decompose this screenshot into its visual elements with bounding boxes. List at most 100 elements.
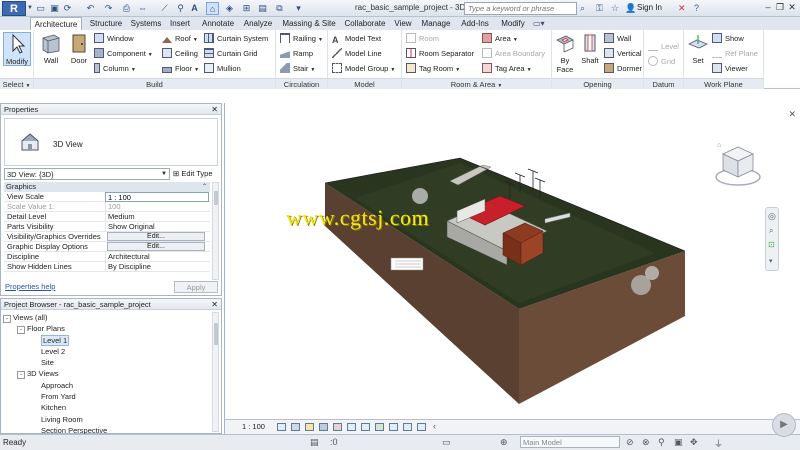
switch-windows-icon[interactable]: ⧉: [273, 2, 286, 15]
tree-item[interactable]: Level 1: [3, 334, 211, 346]
tab-massing-site[interactable]: Massing & Site: [278, 17, 340, 30]
discipline-value[interactable]: Architectural: [105, 252, 209, 262]
ceiling-button[interactable]: Ceiling: [162, 47, 198, 60]
section-graphics[interactable]: Graphics ⌃: [4, 182, 210, 192]
floor-button[interactable]: Floor ▼: [162, 62, 199, 75]
railing-button[interactable]: Railing ▼: [280, 32, 323, 45]
tag-icon[interactable]: ⚲: [174, 2, 187, 15]
tab-view[interactable]: View: [391, 17, 415, 30]
parts-visibility-value[interactable]: Show Original: [105, 222, 209, 232]
roof-button[interactable]: Roof ▼: [162, 32, 198, 45]
minimize-ribbon-icon[interactable]: ▭▾: [533, 19, 545, 28]
zoom-region-icon[interactable]: ⊡: [768, 240, 775, 249]
select-underlay-icon[interactable]: ⊗: [642, 437, 650, 448]
browser-scrollbar[interactable]: [212, 312, 219, 432]
design-options-icon[interactable]: ▭: [442, 437, 451, 448]
select-pinned-icon[interactable]: ⚲: [658, 437, 665, 448]
select-links-icon[interactable]: ⊘: [626, 437, 634, 448]
user-icon[interactable]: 👤: [625, 3, 636, 14]
show-crop-region-icon[interactable]: [361, 423, 370, 431]
close-icon[interactable]: ✕: [211, 299, 218, 310]
vertical-opening-button[interactable]: Vertical: [604, 47, 642, 60]
column-button[interactable]: Column ▼: [94, 62, 136, 75]
collapse-toggle-icon[interactable]: -: [17, 326, 25, 335]
modify-button[interactable]: Modify: [3, 32, 31, 66]
detail-level-icon[interactable]: [277, 423, 286, 431]
collapse-toggle-icon[interactable]: -: [17, 371, 25, 380]
level-button[interactable]: Level: [648, 40, 679, 53]
mullion-button[interactable]: Mullion: [204, 62, 241, 75]
tree-item[interactable]: Level 2: [3, 346, 211, 357]
active-workset-dropdown[interactable]: Main Model: [520, 436, 620, 448]
tree-item[interactable]: Approach: [3, 380, 211, 391]
viewer-button[interactable]: Viewer: [712, 62, 748, 75]
zoom-icon[interactable]: ⌕: [769, 226, 773, 236]
filter-icon[interactable]: ⏚: [714, 437, 723, 450]
curtain-grid-button[interactable]: Curtain Grid: [204, 47, 257, 60]
viewcube-home-icon[interactable]: ⌂: [717, 142, 721, 149]
apply-button[interactable]: Apply: [174, 281, 218, 293]
group-label-room-area[interactable]: Room & Area ▼: [402, 78, 551, 89]
minimize-icon[interactable]: –: [762, 2, 774, 12]
sign-in-button[interactable]: Sign In: [637, 3, 662, 12]
wall-opening-button[interactable]: Wall: [604, 32, 631, 45]
by-face-button[interactable]: By Face: [554, 32, 576, 74]
restore-icon[interactable]: ❐: [774, 2, 786, 13]
open-icon[interactable]: ▭: [34, 2, 47, 15]
play-icon[interactable]: ▶: [772, 413, 796, 437]
navbar-options-icon[interactable]: ▾: [769, 257, 773, 265]
collapse-toggle-icon[interactable]: -: [3, 315, 11, 323]
section-icon[interactable]: ◈: [223, 2, 236, 15]
tab-modify[interactable]: Modify: [496, 17, 530, 30]
tree-item[interactable]: -3D Views: [3, 368, 211, 380]
tag-room-button[interactable]: Tag Room ▼: [406, 62, 460, 75]
vg-overrides-edit-button[interactable]: Edit...: [107, 232, 205, 241]
search-field[interactable]: [464, 2, 577, 15]
type-selector[interactable]: 3D View: [4, 118, 218, 166]
ramp-button[interactable]: Ramp: [280, 47, 313, 60]
drag-elements-icon[interactable]: ✥: [690, 437, 698, 448]
reveal-hidden-icon[interactable]: [403, 423, 412, 431]
analytical-model-icon[interactable]: [417, 423, 426, 431]
tab-collaborate[interactable]: Collaborate: [340, 17, 390, 30]
show-work-plane-button[interactable]: Show: [712, 32, 744, 45]
subscription-icon[interactable]: ⚿: [596, 3, 603, 14]
sync-icon[interactable]: ⟳: [61, 2, 74, 15]
scrollbar-thumb[interactable]: [214, 323, 218, 345]
search-input[interactable]: [465, 3, 576, 14]
wall-button[interactable]: Wall: [38, 32, 64, 65]
redo-icon[interactable]: ↷: [102, 2, 115, 15]
tree-item[interactable]: Living Room: [3, 414, 211, 425]
sun-path-icon[interactable]: [305, 423, 314, 431]
view-instance-dropdown[interactable]: 3D View: {3D} ▼: [4, 168, 170, 180]
edit-type-button[interactable]: ⊞ Edit Type: [173, 167, 213, 180]
stair-button[interactable]: Stair ▼: [280, 62, 315, 75]
area-button[interactable]: Area ▼: [482, 32, 518, 45]
properties-scrollbar[interactable]: [212, 182, 219, 280]
undo-icon[interactable]: ↶: [84, 2, 97, 15]
customize-qat-icon[interactable]: ▾: [292, 2, 305, 15]
tree-item[interactable]: - Views (all): [3, 312, 211, 323]
door-button[interactable]: Door: [66, 32, 92, 65]
show-hidden-lines-value[interactable]: By Discipline: [105, 262, 209, 272]
grid-button[interactable]: Grid: [648, 55, 675, 68]
group-label-select[interactable]: Select ▼: [0, 78, 33, 89]
room-button[interactable]: Room: [406, 32, 439, 45]
aligned-dimension-icon[interactable]: ⟋: [158, 2, 171, 15]
select-by-face-icon[interactable]: ▣: [674, 437, 683, 448]
close-icon[interactable]: ✕: [211, 104, 218, 115]
tab-annotate[interactable]: Annotate: [196, 17, 240, 30]
tag-area-button[interactable]: Tag Area ▼: [482, 62, 532, 75]
3d-viewport[interactable]: ✕ ⌂ ◎ ⌕ ⊡ ▾: [224, 103, 800, 419]
ref-plane-button[interactable]: Ref Plane: [712, 47, 758, 60]
close-hidden-windows-icon[interactable]: ▤: [256, 2, 269, 15]
detail-level-value[interactable]: Medium: [105, 212, 209, 222]
exchange-apps-icon[interactable]: ✕: [678, 3, 686, 14]
tree-item[interactable]: From Yard: [3, 391, 211, 402]
tree-item[interactable]: - Floor Plans: [3, 323, 211, 335]
crop-view-icon[interactable]: [347, 423, 356, 431]
lock-3d-view-icon[interactable]: [375, 423, 384, 431]
tab-add-ins[interactable]: Add-Ins: [456, 17, 494, 30]
view-scale[interactable]: 1 : 100: [242, 422, 265, 431]
chevron-down-icon[interactable]: ▼: [27, 5, 33, 11]
